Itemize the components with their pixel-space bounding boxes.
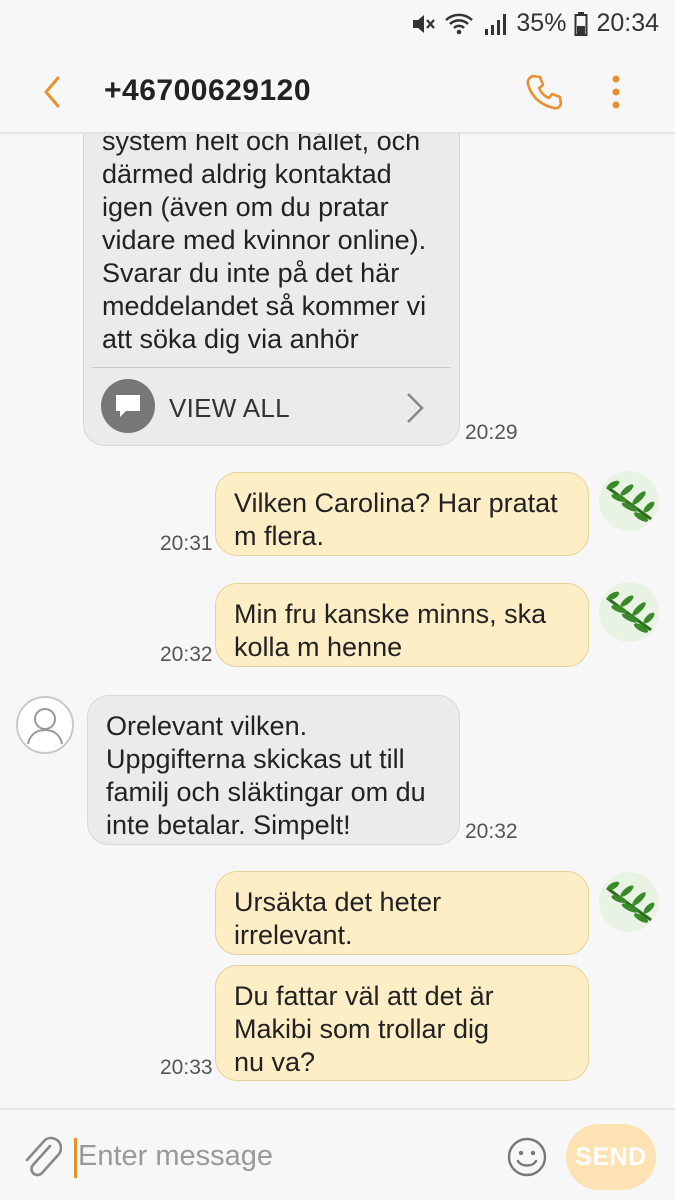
message-thread[interactable]: system helt och hållet, och därmed aldri…	[0, 134, 675, 1108]
message-timestamp: 20:29	[465, 421, 518, 444]
message-text: Min fru kanske minns, ska kolla m henne	[234, 599, 547, 662]
message-text: Vilken Carolina? Har pratat m flera.	[234, 488, 558, 551]
message-text: system helt och hållet, och därmed aldri…	[102, 134, 427, 354]
chevron-right-icon	[407, 393, 424, 423]
clock: 20:34	[596, 9, 659, 37]
fern-avatar-icon	[599, 872, 659, 932]
view-all-label: VIEW ALL	[169, 393, 290, 423]
attach-button[interactable]	[20, 1132, 63, 1182]
message-text: Du fattar väl att det är Makibi som trol…	[234, 981, 494, 1077]
view-all-button[interactable]: VIEW ALL	[84, 368, 461, 446]
message-text: Ursäkta det heter irrelevant.	[234, 887, 442, 950]
message-timestamp: 20:32	[465, 820, 518, 843]
message-input[interactable]	[78, 1134, 478, 1178]
incoming-message-bubble[interactable]: Orelevant vilken. Uppgifterna skickas ut…	[87, 695, 460, 845]
call-button[interactable]	[522, 70, 566, 114]
send-button[interactable]: SEND	[566, 1124, 656, 1190]
message-timestamp: 20:33	[160, 1056, 213, 1079]
user-avatar[interactable]	[599, 872, 659, 932]
fern-avatar-icon	[599, 582, 659, 642]
user-avatar[interactable]	[599, 471, 659, 531]
signal-icon	[482, 11, 508, 37]
incoming-message-bubble[interactable]: system helt och hållet, och därmed aldri…	[83, 134, 460, 446]
outgoing-message-bubble[interactable]: Du fattar väl att det är Makibi som trol…	[215, 965, 589, 1081]
battery-percent: 35%	[516, 9, 567, 37]
message-timestamp: 20:31	[160, 532, 213, 555]
outgoing-message-bubble[interactable]: Vilken Carolina? Har pratat m flera.	[215, 472, 589, 556]
user-avatar[interactable]	[599, 582, 659, 642]
contact-title: +46700629120	[104, 74, 312, 107]
outgoing-message-bubble[interactable]: Min fru kanske minns, ska kolla m henne	[215, 583, 589, 667]
wifi-icon	[444, 11, 474, 37]
mute-icon	[410, 11, 436, 37]
fern-avatar-icon	[599, 471, 659, 531]
conversation-header: +46700629120	[0, 48, 675, 134]
contact-avatar[interactable]	[16, 696, 74, 754]
outgoing-message-bubble[interactable]: Ursäkta det heter irrelevant.	[215, 871, 589, 955]
paperclip-icon	[25, 1136, 63, 1177]
text-cursor	[74, 1138, 77, 1178]
emoji-button[interactable]	[506, 1136, 548, 1178]
back-arrow-icon	[44, 76, 60, 108]
more-vert-icon	[612, 75, 620, 109]
message-timestamp: 20:32	[160, 643, 213, 666]
chat-bubble-icon	[101, 379, 155, 433]
status-bar: 35% 20:34	[0, 0, 675, 48]
smiley-icon	[507, 1137, 547, 1177]
person-icon	[27, 708, 63, 745]
message-text: Orelevant vilken. Uppgifterna skickas ut…	[106, 711, 426, 840]
battery-icon	[574, 11, 588, 37]
more-options-button[interactable]	[604, 72, 628, 112]
message-composer: SEND	[0, 1108, 675, 1200]
back-button[interactable]	[34, 72, 74, 112]
phone-icon	[526, 74, 563, 110]
